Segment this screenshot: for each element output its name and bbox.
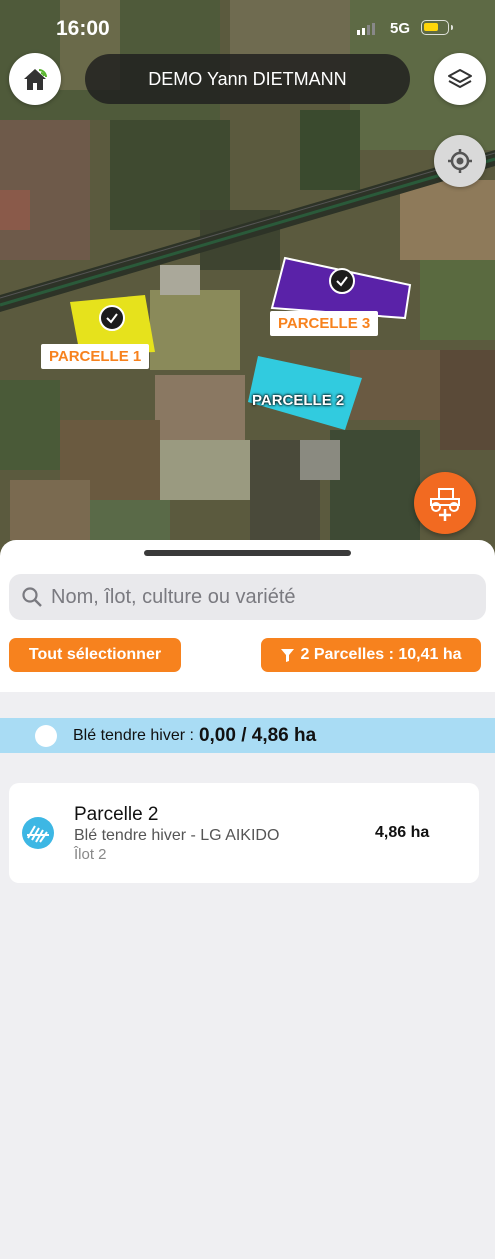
group-crop-name: Blé tendre hiver : — [73, 726, 194, 744]
layers-button[interactable] — [434, 53, 486, 105]
add-intervention-button[interactable] — [414, 472, 476, 534]
parcel-crop: Blé tendre hiver - LG AIKIDO — [74, 827, 280, 844]
crosshair-icon — [448, 149, 472, 173]
locate-button[interactable] — [434, 135, 486, 187]
clock: 16:00 — [56, 17, 110, 40]
farm-name[interactable]: DEMO Yann DIETMANN — [85, 54, 410, 104]
battery-icon — [421, 20, 453, 35]
parcel-name: Parcelle 2 — [74, 804, 159, 825]
parcel-3-check-icon — [329, 268, 355, 294]
group-select-radio[interactable] — [35, 724, 57, 747]
search-input[interactable]: Nom, îlot, culture ou variété — [9, 574, 486, 620]
crop-field-icon — [22, 817, 54, 849]
list-background — [0, 692, 495, 1259]
parcel-area: 4,86 ha — [375, 824, 430, 841]
home-button[interactable] — [9, 53, 61, 105]
search-icon — [22, 587, 42, 607]
parcel-ilot: Îlot 2 — [74, 846, 107, 863]
filter-label: 2 Parcelles : 10,41 ha — [300, 646, 462, 663]
parcel-3-label[interactable]: PARCELLE 3 — [270, 311, 379, 336]
home-icon — [24, 69, 47, 90]
signal-icon — [357, 23, 375, 35]
tractor-add-icon — [430, 488, 460, 521]
list-item[interactable]: Parcelle 2 Blé tendre hiver - LG AIKIDO … — [9, 783, 479, 883]
status-bar: 16:00 5G — [0, 0, 495, 56]
network-type: 5G — [390, 20, 411, 37]
parcel-1-label[interactable]: PARCELLE 1 — [41, 344, 150, 369]
sheet-handle[interactable] — [144, 550, 351, 556]
search-placeholder: Nom, îlot, culture ou variété — [51, 585, 296, 608]
select-all-button[interactable]: Tout sélectionner — [9, 638, 181, 672]
filter-button[interactable]: 2 Parcelles : 10,41 ha — [261, 638, 481, 672]
satellite-map[interactable]: 16:00 5G DEMO Yann DIETMANN PARCELLE 1 P… — [0, 0, 495, 560]
parcel-1-check-icon — [99, 305, 125, 331]
parcel-2-label[interactable]: PARCELLE 2 — [252, 392, 344, 409]
layers-icon — [448, 69, 472, 88]
crop-group-header[interactable]: Blé tendre hiver : 0,00 / 4,86 ha — [0, 718, 495, 753]
group-area-value: 0,00 / 4,86 ha — [198, 724, 317, 746]
bottom-sheet: Nom, îlot, culture ou variété Tout sélec… — [0, 540, 495, 1259]
filter-icon — [280, 648, 294, 662]
